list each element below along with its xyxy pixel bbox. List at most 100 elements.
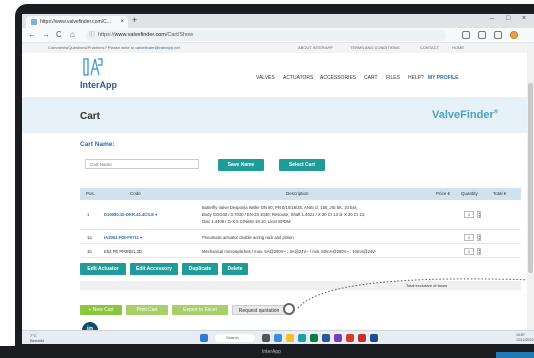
site-header: InterApp VALVES ACTUATORS ACCESSORIES CA… xyxy=(22,53,527,97)
cart-table-header: Pos. Code Description Price € Quantity T… xyxy=(80,188,521,200)
collections-icon[interactable] xyxy=(478,31,486,39)
table-row[interactable]: 1 D10080.10-DKR.41.4CS.E ▾ Butterfly Val… xyxy=(80,200,521,230)
contact-text: Comments/Questions/Problems? Please writ… xyxy=(48,45,180,50)
word-icon[interactable] xyxy=(322,334,330,342)
page-scrollbar[interactable] xyxy=(527,43,534,330)
logo-text[interactable]: InterApp xyxy=(80,80,117,90)
row-code-link[interactable]: IA2002.F05-F0711 ▾ xyxy=(104,235,142,240)
minimize-icon[interactable]: – xyxy=(490,15,494,22)
tab-close-icon[interactable]: × xyxy=(120,16,124,28)
print-cart-button[interactable]: Print Cart xyxy=(126,305,168,315)
favorites-icon[interactable] xyxy=(462,31,470,39)
windows-taskbar: 7°C Bewölkt Search 10:57 12/12/2023 xyxy=(22,330,534,344)
table-row[interactable]: 1b E52 PE PP2NB1.3D Mechanical microswit… xyxy=(80,244,521,258)
tray-date: 12/12/2023 xyxy=(516,338,534,342)
row-code-link[interactable]: D10080.10-DKR.41.4CS.E ▾ xyxy=(104,212,157,217)
duplicate-button[interactable]: Duplicate xyxy=(182,263,218,275)
cart-name-input[interactable] xyxy=(85,159,199,169)
menu-actuators[interactable]: ACTUATORS xyxy=(283,75,313,81)
acrobat-icon[interactable] xyxy=(346,334,354,342)
cursor-highlight-circle xyxy=(283,303,295,315)
taskbar-search[interactable]: Search xyxy=(215,334,255,342)
menu-accessories[interactable]: ACCESSORIES xyxy=(320,75,356,81)
col-description: Description xyxy=(286,191,309,196)
save-name-button[interactable]: Save Name xyxy=(218,159,264,171)
app-icon[interactable] xyxy=(358,334,366,342)
row-description-line: Mechanical microswitches / max. 5A@250V~… xyxy=(202,249,377,254)
task-view-icon[interactable] xyxy=(262,334,270,342)
quantity-input[interactable]: 1 xyxy=(464,211,474,218)
extensions-icon[interactable] xyxy=(494,31,502,39)
menu-valves[interactable]: VALVES xyxy=(256,75,275,81)
url-prefix: https:// xyxy=(98,32,115,38)
request-quotation-button[interactable]: Request quotation xyxy=(232,305,286,315)
tab-title: https://www.valvefinder.com/C... xyxy=(40,19,111,25)
screen: https://www.valvefinder.com/C... × + – □… xyxy=(22,14,534,344)
app-icon[interactable] xyxy=(370,334,378,342)
export-excel-button[interactable]: Export to Excel xyxy=(172,305,228,315)
row-description-line: Disc 1.4408 / G-X 5 CrNiMo 19 10; Liner … xyxy=(202,219,291,224)
excel-icon[interactable] xyxy=(310,334,318,342)
system-tray-clock[interactable]: 10:57 12/12/2023 xyxy=(516,333,534,343)
browser-tab[interactable]: https://www.valvefinder.com/C... × xyxy=(26,16,128,28)
delete-button[interactable]: Delete xyxy=(222,263,248,275)
menu-my-profile[interactable]: MY PROFILE xyxy=(428,75,458,81)
edit-actuator-button[interactable]: Edit Actuator xyxy=(80,263,126,275)
url-input[interactable]: ⓘ https://www.valvefinder.com/Cart/Show xyxy=(86,30,446,41)
forward-icon[interactable]: → xyxy=(42,30,50,39)
laptop-label: InterApp xyxy=(262,349,281,355)
row-code: E52 PE PP2NB1.3D xyxy=(104,249,142,254)
page-title-band: Cart ValveFinder® xyxy=(22,97,527,133)
laptop-accent xyxy=(496,352,534,358)
page-title: Cart xyxy=(80,111,101,122)
menu-help[interactable]: HELP? xyxy=(408,75,424,81)
scrollbar-thumb[interactable] xyxy=(528,83,533,273)
weather-desc: Bewölkt xyxy=(30,338,45,343)
top-link-terms[interactable]: TERMS AND CONDITIONS xyxy=(350,43,400,53)
contact-email-link[interactable]: valvefinder@interapp.net xyxy=(135,45,180,50)
quantity-input[interactable]: 1 xyxy=(464,234,474,241)
start-icon[interactable] xyxy=(200,334,208,342)
top-link-about[interactable]: ABOUT INTERAPP xyxy=(298,43,333,53)
new-tab-button[interactable]: + xyxy=(132,15,137,25)
menu-files[interactable]: FILES xyxy=(386,75,400,81)
top-link-contact[interactable]: CONTACT xyxy=(420,43,439,53)
widgets-icon[interactable] xyxy=(274,334,282,342)
interapp-logo-icon[interactable] xyxy=(82,57,104,79)
teams-icon[interactable] xyxy=(334,334,342,342)
browser-tab-bar: https://www.valvefinder.com/C... × + – □… xyxy=(22,14,534,28)
home-icon[interactable]: ⌂ xyxy=(70,30,75,39)
row-description-line: Butterfly Valve Desponia Wafer DN 80, PN… xyxy=(202,205,358,210)
row-description-line: Body GGG40 / 0.7040 / EN-JS 1030; Resous… xyxy=(202,212,366,217)
quantity-input[interactable]: 1 xyxy=(464,248,474,255)
profile-avatar-icon[interactable] xyxy=(510,31,518,39)
table-row[interactable]: 1a IA2002.F05-F0711 ▾ Pneumatic actuator… xyxy=(80,230,521,244)
file-explorer-icon[interactable] xyxy=(286,334,294,342)
site-info-icon[interactable]: ⓘ xyxy=(89,30,95,41)
favicon-icon xyxy=(31,19,37,25)
back-icon[interactable]: ← xyxy=(28,30,36,39)
menu-cart[interactable]: CART xyxy=(364,75,378,81)
stepper-down-icon[interactable]: ▼ xyxy=(478,214,481,218)
select-cart-button[interactable]: Select Cart xyxy=(279,159,325,171)
col-pos: Pos. xyxy=(86,191,96,196)
address-bar-row: ← → C ⌂ ⓘ https://www.valvefinder.com/Ca… xyxy=(22,28,534,43)
col-price: Price € xyxy=(436,191,451,196)
quantity-stepper[interactable]: ▲ ▼ xyxy=(477,248,481,255)
close-window-icon[interactable]: × xyxy=(522,15,526,22)
url-path: /Cart/Show xyxy=(165,32,194,38)
new-cart-button[interactable]: + New Cart xyxy=(80,305,122,315)
reload-icon[interactable]: C xyxy=(56,30,62,39)
col-quantity: Quantity xyxy=(461,191,478,196)
quantity-stepper[interactable]: ▲ ▼ xyxy=(477,211,481,218)
site-top-strip: Comments/Questions/Problems? Please writ… xyxy=(22,43,527,53)
stepper-down-icon[interactable]: ▼ xyxy=(478,251,481,255)
maximize-icon[interactable]: □ xyxy=(506,15,510,22)
quantity-stepper[interactable]: ▲ ▼ xyxy=(477,234,481,241)
edge-icon[interactable] xyxy=(298,334,306,342)
top-link-home[interactable]: HOME xyxy=(452,43,464,53)
stepper-down-icon[interactable]: ▼ xyxy=(478,237,481,241)
edit-accessory-button[interactable]: Edit Accessory xyxy=(130,263,178,275)
weather-widget[interactable]: 7°C Bewölkt xyxy=(30,333,44,343)
cart-name-label: Cart Name: xyxy=(80,141,115,148)
